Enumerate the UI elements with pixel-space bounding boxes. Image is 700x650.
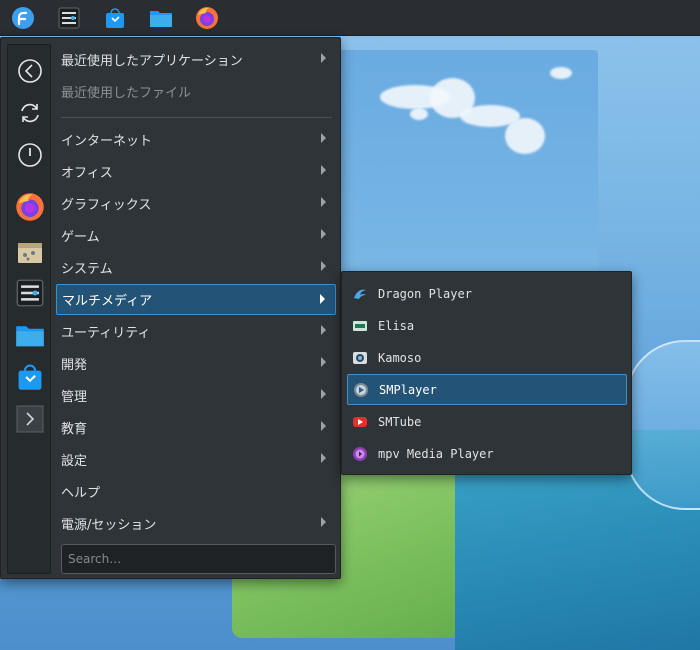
category-office[interactable]: オフィス xyxy=(56,156,336,187)
power-icon xyxy=(18,143,42,167)
menu-item-label: 管理 xyxy=(61,390,88,405)
power-button[interactable] xyxy=(14,139,46,171)
wallpaper-cloud xyxy=(550,67,572,79)
category-multimedia[interactable]: マルチメディア xyxy=(56,284,336,315)
archive-icon xyxy=(18,243,42,263)
category-system[interactable]: システム xyxy=(56,252,336,283)
menu-item-label: ユーティリティ xyxy=(61,326,151,341)
submenu-arrow-icon xyxy=(321,53,326,63)
submenu-arrow-icon xyxy=(321,165,326,175)
submenu-arrow-icon xyxy=(321,325,326,335)
refresh-icon xyxy=(21,103,39,123)
system-settings-icon xyxy=(16,279,44,307)
app-label: SMTube xyxy=(378,414,422,429)
menu-item-recent-apps[interactable]: 最近使用したアプリケーション xyxy=(56,44,336,75)
system-settings-icon xyxy=(58,7,80,28)
application-launcher-menu: 最近使用したアプリケーション 最近使用したファイル インターネット オフィス グ… xyxy=(0,37,341,579)
menu-item-label: 設定 xyxy=(61,454,88,469)
back-button[interactable] xyxy=(14,55,46,87)
menu-item-label: グラフィックス xyxy=(61,198,152,213)
top-panel xyxy=(0,0,700,36)
category-settings[interactable]: 設定 xyxy=(56,444,336,475)
search-input[interactable] xyxy=(61,544,336,574)
back-icon xyxy=(18,59,42,83)
app-dragon-player[interactable]: Dragon Player xyxy=(347,278,627,309)
app-elisa[interactable]: Elisa xyxy=(347,310,627,341)
software-store-icon xyxy=(18,364,42,390)
category-graphics[interactable]: グラフィックス xyxy=(56,188,336,219)
file-manager-icon xyxy=(150,10,172,27)
app-smtube[interactable]: SMTube xyxy=(347,406,627,437)
category-internet[interactable]: インターネット xyxy=(56,124,336,155)
dragon-player-icon xyxy=(352,286,368,302)
firefox-launcher[interactable] xyxy=(190,1,224,35)
wallpaper-cloud xyxy=(410,108,428,120)
app-label: Elisa xyxy=(378,318,415,333)
wallpaper-glass-shape xyxy=(625,340,700,510)
menu-item-recent-files: 最近使用したファイル xyxy=(56,76,336,107)
multimedia-submenu: Dragon Player Elisa Kamoso SMPlayer SMTu… xyxy=(341,271,632,475)
submenu-arrow-icon xyxy=(321,357,326,367)
submenu-arrow-icon xyxy=(321,197,326,207)
menu-item-label: インターネット xyxy=(61,134,153,149)
submenu-arrow-icon xyxy=(321,229,326,239)
menu-item-label: システム xyxy=(61,262,113,277)
submenu-arrow-icon xyxy=(321,389,326,399)
category-development[interactable]: 開発 xyxy=(56,348,336,379)
category-power-session[interactable]: 電源/セッション xyxy=(56,508,336,539)
app-kamoso[interactable]: Kamoso xyxy=(347,342,627,373)
category-games[interactable]: ゲーム xyxy=(56,220,336,251)
firefox-icon xyxy=(16,193,44,221)
mpv-icon xyxy=(352,446,368,462)
favorite-firefox[interactable] xyxy=(14,191,46,223)
submenu-arrow-icon xyxy=(321,261,326,271)
category-utilities[interactable]: ユーティリティ xyxy=(56,316,336,347)
favorite-file-manager[interactable] xyxy=(14,319,46,351)
software-store-icon xyxy=(106,7,124,28)
menu-item-label: ゲーム xyxy=(61,230,100,245)
favorite-software-store[interactable] xyxy=(14,361,46,393)
fedora-start-icon xyxy=(12,6,34,29)
category-administration[interactable]: 管理 xyxy=(56,380,336,411)
app-smplayer[interactable]: SMPlayer xyxy=(347,374,627,405)
submenu-arrow-icon xyxy=(321,517,326,527)
refresh-button[interactable] xyxy=(14,97,46,129)
favorites-sidebar xyxy=(7,44,51,574)
expand-arrow-icon xyxy=(16,405,44,433)
fedora-start-button[interactable] xyxy=(6,1,40,35)
app-label: Kamoso xyxy=(378,350,422,365)
menu-item-label: 開発 xyxy=(61,358,88,373)
system-settings-launcher[interactable] xyxy=(52,1,86,35)
category-help[interactable]: ヘルプ xyxy=(56,476,336,507)
category-education[interactable]: 教育 xyxy=(56,412,336,443)
app-label: Dragon Player xyxy=(378,286,472,301)
elisa-icon xyxy=(352,318,368,334)
menu-item-label: 教育 xyxy=(61,422,88,437)
submenu-arrow-icon xyxy=(320,294,325,304)
favorite-archive[interactable] xyxy=(14,235,46,267)
firefox-icon xyxy=(196,6,218,29)
favorite-system-settings[interactable] xyxy=(14,277,46,309)
smtube-icon xyxy=(352,414,368,430)
kamoso-icon xyxy=(352,350,368,366)
file-manager-icon xyxy=(16,326,44,347)
app-label: SMPlayer xyxy=(379,382,437,397)
favorite-more[interactable] xyxy=(14,403,46,435)
submenu-arrow-icon xyxy=(321,453,326,463)
menu-item-label: 最近使用したアプリケーション xyxy=(61,54,243,69)
software-store-launcher[interactable] xyxy=(98,1,132,35)
submenu-arrow-icon xyxy=(321,421,326,431)
menu-item-label: 最近使用したファイル xyxy=(61,86,192,101)
app-mpv[interactable]: mpv Media Player xyxy=(347,438,627,469)
wallpaper-cloud xyxy=(505,118,545,154)
menu-separator xyxy=(61,117,332,118)
smplayer-icon xyxy=(353,382,369,398)
menu-item-label: 電源/セッション xyxy=(61,518,157,533)
submenu-arrow-icon xyxy=(321,133,326,143)
menu-item-label: オフィス xyxy=(61,166,113,181)
file-manager-launcher[interactable] xyxy=(144,1,178,35)
menu-item-label: マルチメディア xyxy=(62,294,153,309)
app-label: mpv Media Player xyxy=(378,446,494,461)
menu-item-label: ヘルプ xyxy=(61,486,101,501)
